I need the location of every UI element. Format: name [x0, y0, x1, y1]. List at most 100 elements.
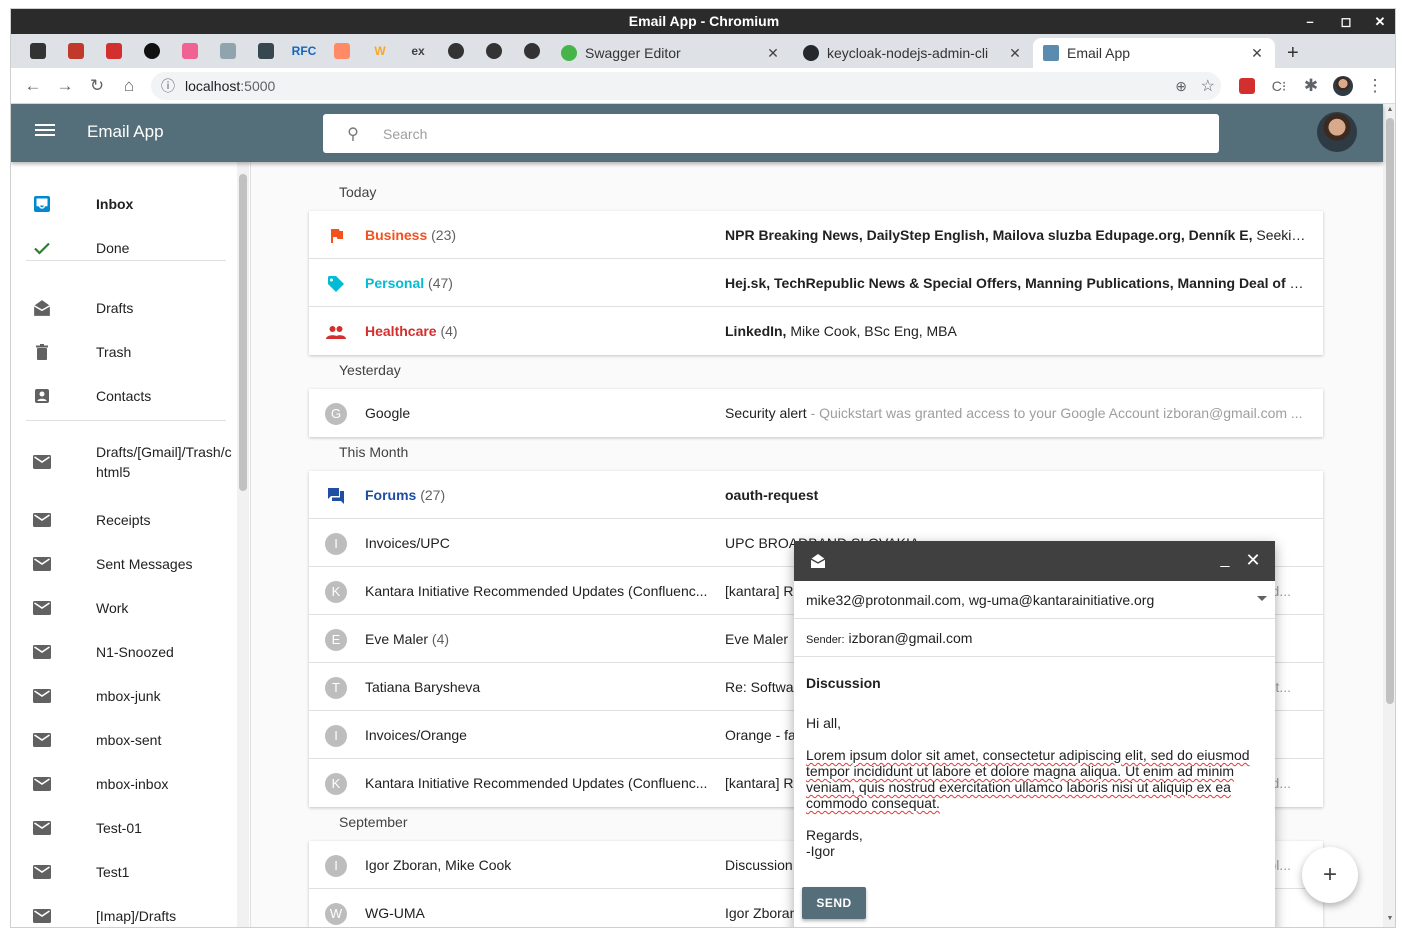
sidebar-item-mbox-inbox[interactable]: mbox-inbox: [11, 762, 236, 806]
unread-count: (23): [431, 227, 457, 243]
mail-row[interactable]: Healthcare (4) LinkedIn, Mike Cook, BSc E…: [309, 307, 1323, 355]
sidebar-item-mbox-sent[interactable]: mbox-sent: [11, 718, 236, 762]
sidebar-item-contacts[interactable]: Contacts: [11, 374, 236, 418]
sidebar-item-done[interactable]: Done: [11, 226, 236, 270]
sender-field[interactable]: Sender: izboran@gmail.com: [794, 619, 1275, 657]
pinned-tab[interactable]: [57, 34, 95, 68]
unread-count: (4): [431, 631, 450, 647]
scrollbar-thumb[interactable]: [239, 174, 247, 491]
search-box[interactable]: ⚲: [323, 114, 1219, 153]
mail-sender: WG-UMA: [365, 889, 715, 927]
subject-text: oauth-request: [725, 487, 819, 503]
user-avatar[interactable]: [1317, 112, 1357, 152]
window-titlebar: Email App - Chromium – ◻ ✕: [11, 9, 1395, 34]
tab-label: keycloak-nodejs-admin-cli: [827, 45, 989, 61]
site-info-icon[interactable]: ⓘ: [151, 76, 185, 96]
extension-red-icon[interactable]: [1233, 72, 1261, 100]
sidebar-item-label: Test1: [96, 864, 130, 880]
back-icon[interactable]: ←: [19, 72, 47, 100]
sidebar-item-label: Inbox: [96, 196, 134, 212]
extensions-puzzle-icon[interactable]: ✱: [1297, 72, 1325, 100]
mail-row[interactable]: G Google Security alert - Quickstart was g…: [309, 389, 1323, 437]
pinned-tab[interactable]: [475, 34, 513, 68]
sidebar-item-drafts-gmail-trash-c-html5[interactable]: Drafts/[Gmail]/Trash/c html5: [11, 434, 236, 490]
new-tab-button[interactable]: +: [1277, 38, 1307, 68]
pinned-tab[interactable]: [247, 34, 285, 68]
hamburger-menu-icon[interactable]: [35, 121, 55, 141]
pinned-tab[interactable]: RFC: [285, 34, 323, 68]
sidebar-item-label: Test-01: [96, 820, 142, 836]
home-icon[interactable]: ⌂: [115, 72, 143, 100]
subject-text: Re: Softwa: [725, 679, 794, 695]
pinned-tab[interactable]: [209, 34, 247, 68]
pinned-tab[interactable]: [19, 34, 57, 68]
sender-name: Kantara Initiative Recommended Updates (…: [365, 583, 708, 599]
sidebar-item-trash[interactable]: Trash: [11, 330, 236, 374]
close-tab-icon[interactable]: ✕: [765, 45, 781, 62]
tab-email-app[interactable]: Email App ✕: [1033, 38, 1275, 68]
sidebar-item-inbox[interactable]: Inbox: [11, 182, 236, 226]
scrollbar-thumb[interactable]: [1386, 118, 1394, 704]
tab-keycloak[interactable]: keycloak-nodejs-admin-cli ✕: [793, 38, 1033, 68]
window-maximize-button[interactable]: ◻: [1333, 9, 1359, 34]
close-tab-icon[interactable]: ✕: [1007, 45, 1023, 62]
pinned-tab[interactable]: [437, 34, 475, 68]
window-minimize-button[interactable]: –: [1297, 9, 1323, 34]
pinned-tab[interactable]: [323, 34, 361, 68]
sender-name: WG-UMA: [365, 905, 425, 921]
pinned-tab[interactable]: [171, 34, 209, 68]
chevron-down-icon[interactable]: [1257, 596, 1267, 601]
sidebar-item-drafts[interactable]: Drafts: [11, 286, 236, 330]
subject-text: [kantara] R: [725, 583, 794, 599]
mail-row[interactable]: Business (23) NPR Breaking News, DailySte…: [309, 211, 1323, 259]
github-icon: [803, 45, 819, 61]
pinned-tab[interactable]: ex: [399, 34, 437, 68]
reload-icon[interactable]: ↻: [83, 72, 111, 100]
send-button[interactable]: SEND: [802, 887, 866, 919]
sidebar-item-mbox-junk[interactable]: mbox-junk: [11, 674, 236, 718]
mail-sender: Eve Maler (4): [365, 615, 715, 663]
pinned-tab[interactable]: [95, 34, 133, 68]
sidebar-item-receipts[interactable]: Receipts: [11, 498, 236, 542]
mail-row[interactable]: Forums (27) oauth-request: [309, 471, 1323, 519]
close-tab-icon[interactable]: ✕: [1249, 45, 1265, 62]
sidebar-item-n1-snoozed[interactable]: N1-Snoozed: [11, 630, 236, 674]
extension-c-icon[interactable]: C⁝: [1265, 72, 1293, 100]
new-mail-fab[interactable]: +: [1302, 847, 1358, 903]
profile-avatar[interactable]: [1329, 72, 1357, 100]
mail-icon: [32, 598, 52, 618]
to-field[interactable]: mike32@protonmail.com, wg-uma@kantaraini…: [794, 581, 1275, 619]
address-bar[interactable]: ⓘ localhost:5000 ⊕ ☆: [151, 72, 1221, 100]
pinned-tab[interactable]: [133, 34, 171, 68]
scroll-up-arrow[interactable]: ▲: [1383, 106, 1395, 118]
sender-avatar: I: [325, 855, 347, 877]
swagger-icon: [561, 45, 577, 61]
pinned-tab[interactable]: [513, 34, 551, 68]
mail-preview: - Quickstart was granted access to your …: [806, 405, 1303, 421]
window-close-button[interactable]: ✕: [1367, 9, 1393, 34]
sidebar-scrollbar[interactable]: [237, 162, 249, 927]
sidebar-item-work[interactable]: Work: [11, 586, 236, 630]
tab-label: Swagger Editor: [585, 45, 681, 61]
compose-subject[interactable]: Discussion: [806, 675, 881, 691]
pinned-tab[interactable]: W: [361, 34, 399, 68]
zoom-icon[interactable]: ⊕: [1175, 78, 1187, 95]
sidebar-item-imap-drafts[interactable]: [Imap]/Drafts: [11, 894, 236, 927]
sidebar-item-sent-messages[interactable]: Sent Messages: [11, 542, 236, 586]
sidebar-item-label: [Imap]/Drafts: [96, 908, 177, 924]
close-compose-icon[interactable]: ✕: [1243, 550, 1263, 571]
minimize-compose-icon[interactable]: _: [1215, 551, 1235, 569]
forward-icon[interactable]: →: [51, 72, 79, 100]
github-icon: [524, 43, 540, 59]
sidebar-item-test1[interactable]: Test1: [11, 850, 236, 894]
compose-body[interactable]: Hi all, Lorem ipsum dolor sit amet, cons…: [806, 715, 1268, 859]
search-input[interactable]: [383, 125, 1219, 142]
scroll-down-arrow[interactable]: ▼: [1383, 915, 1395, 927]
tab-swagger-editor[interactable]: Swagger Editor ✕: [551, 38, 791, 68]
sidebar-item-test-01[interactable]: Test-01: [11, 806, 236, 850]
mail-sender: Google: [365, 389, 715, 437]
mail-row[interactable]: Personal (47) Hej.sk, TechRepublic News &…: [309, 259, 1323, 307]
page-scrollbar[interactable]: ▲ ▼: [1383, 104, 1395, 927]
bookmark-star-icon[interactable]: ☆: [1201, 76, 1215, 96]
browser-menu-icon[interactable]: ⋮: [1361, 72, 1389, 100]
